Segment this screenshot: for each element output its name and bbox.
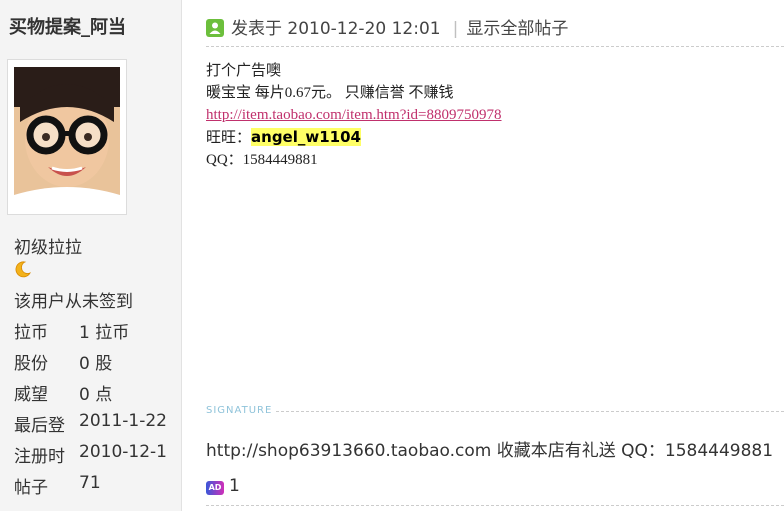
qq-line: QQ：1584449881: [206, 152, 318, 168]
user-rank[interactable]: 初级拉拉: [14, 233, 82, 258]
avatar[interactable]: [7, 59, 127, 215]
ad-count: 1: [229, 476, 240, 496]
post-line: 打个广告噢: [206, 63, 282, 79]
header-divider: |: [452, 19, 459, 39]
user-sidebar: 买物提案_阿当 初级拉拉 该用户从未签到 拉币 1 拉币 股份 0 股 威望 0…: [0, 0, 182, 511]
stat-value: 1 拉币: [79, 323, 130, 343]
ad-icon[interactable]: AD: [206, 481, 224, 495]
signature-label: SIGNATURE: [206, 405, 277, 416]
post-time: 发表于 2010-12-20 12:01: [231, 19, 441, 39]
signature-text[interactable]: http://shop63913660.taobao.com 收藏本店有礼送 Q…: [206, 436, 773, 461]
post-header: 发表于 2010-12-20 12:01 | 显示全部帖子: [206, 14, 568, 40]
ad-row: AD 1: [206, 476, 240, 496]
post-content: 打个广告噢 暖宝宝 每片0.67元。 只赚信誉 不赚钱 http://item.…: [206, 60, 776, 171]
wangwang-line: 旺旺：angel_w1104: [206, 126, 776, 149]
avatar-image: [14, 67, 120, 209]
post-line: 暖宝宝 每片0.67元。 只赚信誉 不赚钱: [206, 85, 454, 101]
post-main: 发表于 2010-12-20 12:01 | 显示全部帖子 打个广告噢 暖宝宝 每片…: [182, 0, 784, 511]
online-status-icon: [206, 19, 224, 37]
stat-value[interactable]: 71: [79, 473, 101, 493]
crescent-moon-icon: [14, 260, 32, 278]
stat-value: 0 点: [79, 385, 113, 405]
show-all-posts-link[interactable]: 显示全部帖子: [466, 19, 568, 39]
wangwang-label: 旺旺：: [206, 130, 252, 146]
stat-value: 2011-1-22: [79, 411, 167, 431]
stat-label: 拉币: [14, 323, 48, 343]
product-link[interactable]: http://item.taobao.com/item.htm?id=88097…: [206, 107, 502, 123]
signature-divider: [206, 411, 784, 412]
stat-label: 帖子: [14, 478, 48, 498]
username[interactable]: 买物提案_阿当: [9, 13, 126, 39]
stat-label: 股份: [14, 354, 48, 374]
stat-value: 0 股: [79, 354, 113, 374]
stat-label: 注册时: [14, 447, 65, 467]
bottom-divider: [206, 505, 784, 506]
stat-value: 2010-12-1: [79, 442, 167, 462]
signin-status: 该用户从未签到: [14, 292, 133, 312]
stat-label: 威望: [14, 385, 48, 405]
wangwang-id: angel_w1104: [251, 128, 361, 146]
stat-label: 最后登: [14, 416, 65, 436]
header-divider-line: [206, 46, 784, 47]
